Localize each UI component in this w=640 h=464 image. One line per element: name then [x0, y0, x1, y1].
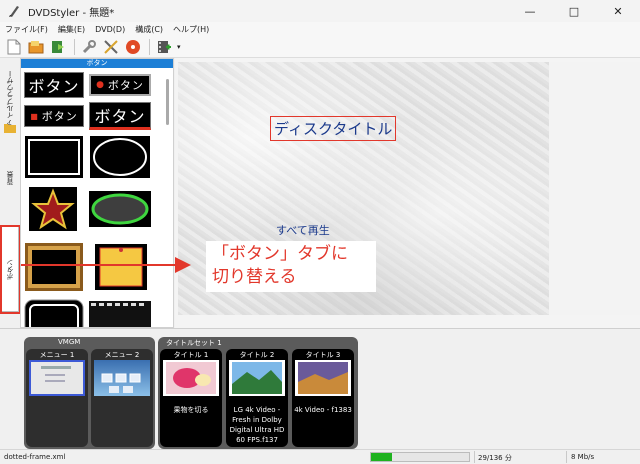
titleset-group: タイトルセット 1 タイトル 1 果物を切る タイトル 2 LG 4k Vide… [158, 337, 358, 449]
button-style-square[interactable]: ■ ボタン [24, 105, 84, 127]
folder-icon [1, 120, 19, 136]
toolbar-separator [149, 38, 150, 55]
dvdstyler-app-icon [6, 3, 22, 19]
maximize-button[interactable]: □ [552, 0, 596, 22]
frame-black-oval[interactable] [89, 135, 151, 179]
status-separator [566, 451, 567, 463]
menu-editor-area: ディスクタイトル すべて再生 「ボタン」タブに 切り替える [175, 58, 640, 328]
titleset-manager: VMGM メニュー 1 メニュー 2 タイトルセット 1 タイトル 1 果物を切… [0, 328, 640, 449]
title-card-label: タイトル 3 [305, 351, 341, 359]
frame-black-rect[interactable] [24, 135, 84, 179]
annotation-callout: 「ボタン」タブに 切り替える [206, 241, 376, 292]
button-style-plain[interactable]: ボタン [24, 72, 84, 98]
menu-thumbnail [29, 360, 85, 396]
chevron-down-icon[interactable]: ▾ [177, 43, 181, 51]
titleset-label: タイトルセット 1 [166, 339, 222, 347]
disc-title-button[interactable]: ディスクタイトル [270, 116, 397, 141]
menu-config[interactable]: 構成(C) [130, 24, 168, 35]
title-card-2[interactable]: タイトル 2 LG 4k Video - Fresh in Dolby Digi… [226, 349, 288, 447]
red-dot-icon: ● [96, 80, 105, 90]
status-duration: 29/136 分 [478, 454, 512, 462]
title-card-label: タイトル 2 [239, 351, 275, 359]
frame-star[interactable] [29, 187, 77, 231]
open-folder-icon[interactable] [26, 38, 46, 56]
menu-canvas[interactable]: ディスクタイトル すべて再生 「ボタン」タブに 切り替える [178, 62, 549, 315]
panel-scrollbar-thumb[interactable] [166, 79, 169, 125]
tab-backgrounds[interactable]: 背景 [1, 158, 19, 198]
menu-thumbnail [94, 360, 150, 396]
disc-usage-progress [370, 452, 470, 462]
add-video-icon[interactable] [154, 38, 174, 56]
title-card-3[interactable]: タイトル 3 4k Video - f1383 [292, 349, 354, 447]
button-style-text: ボタン [94, 107, 146, 126]
settings-wrench-icon[interactable] [79, 38, 99, 56]
burn-disc-icon[interactable] [123, 38, 143, 56]
menu-edit[interactable]: 編集(E) [53, 24, 90, 35]
button-style-text: ボタン [107, 79, 144, 92]
title-card-text: LG 4k Video - Fresh in Dolby Digital Ult… [229, 406, 285, 444]
vmgm-group: VMGM メニュー 1 メニュー 2 [24, 337, 155, 449]
menu-card-label: メニュー 1 [39, 351, 75, 359]
menu-bar: ファイル(F) 編集(E) DVD(D) 構成(C) ヘルプ(H) [0, 22, 640, 36]
status-separator [474, 451, 475, 463]
tools-icon[interactable] [101, 38, 121, 56]
button-style-text: ボタン [41, 110, 78, 123]
annotation-line-2: 切り替える [212, 267, 297, 287]
button-style-text: ボタン [28, 77, 80, 96]
title-card-1[interactable]: タイトル 1 果物を切る [160, 349, 222, 447]
button-panel: ボタン ボタン ● ボタン ■ ボタン ボタン [20, 58, 174, 328]
title-thumbnail [163, 360, 219, 396]
menu-help[interactable]: ヘルプ(H) [168, 24, 214, 35]
annotation-line-1: 「ボタン」タブに [212, 244, 348, 264]
frame-rounded[interactable] [24, 299, 84, 327]
menu-card-1[interactable]: メニュー 1 [26, 349, 88, 447]
title-card-label: タイトル 1 [173, 351, 209, 359]
title-card-text: 4k Video - f1383 [294, 406, 352, 414]
new-project-icon[interactable] [4, 38, 24, 56]
toolbar: ▾ [0, 36, 640, 58]
canvas-margin [549, 62, 640, 315]
menu-dvd[interactable]: DVD(D) [90, 25, 130, 34]
frame-filmstrip[interactable] [89, 301, 151, 327]
toolbar-separator [74, 38, 75, 55]
vmgm-label: VMGM [58, 338, 81, 346]
close-button[interactable]: ✕ [596, 0, 640, 22]
disc-usage-fill [371, 453, 392, 461]
title-thumbnail [295, 360, 351, 396]
tab-backgrounds-label: 背景 [6, 171, 14, 185]
add-file-icon[interactable] [48, 38, 68, 56]
annotation-highlight-box [0, 225, 21, 314]
minimize-button[interactable]: — [508, 0, 552, 22]
title-bar: DVDStyler - 無題* — □ ✕ [0, 0, 640, 22]
status-bar: dotted-frame.xml 29/136 分 8 Mb/s [0, 449, 640, 464]
annotation-arrow [21, 257, 191, 273]
menu-file[interactable]: ファイル(F) [0, 24, 53, 35]
play-all-button[interactable]: すべて再生 [276, 222, 330, 238]
status-bitrate: 8 Mb/s [571, 453, 595, 461]
panel-header: ボタン [21, 59, 173, 68]
menu-card-label: メニュー 2 [104, 351, 140, 359]
red-square-icon: ■ [30, 111, 39, 121]
status-file: dotted-frame.xml [4, 453, 66, 461]
title-card-text: 果物を切る [173, 406, 209, 414]
title-thumbnail [229, 360, 285, 396]
button-style-dot[interactable]: ● ボタン [89, 74, 151, 96]
window-title: DVDStyler - 無題* [28, 7, 115, 19]
button-style-underline[interactable]: ボタン [89, 102, 151, 130]
frame-green-oval[interactable] [89, 191, 151, 227]
menu-card-2[interactable]: メニュー 2 [91, 349, 153, 447]
